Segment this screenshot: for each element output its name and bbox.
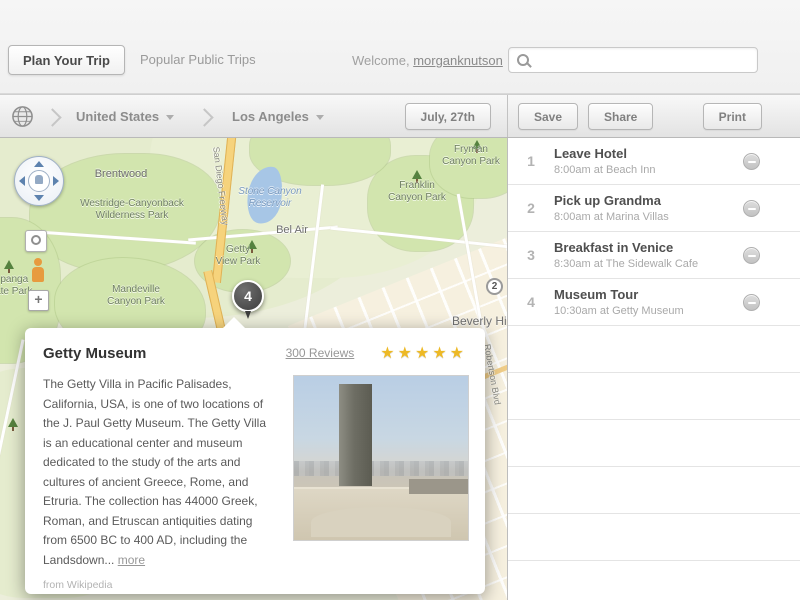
pan-right-icon[interactable] (53, 176, 59, 186)
globe-icon (11, 105, 34, 128)
chevron-down-icon (166, 115, 174, 120)
photo-terrace (294, 487, 468, 540)
star-icon: ★ (432, 345, 449, 362)
map-label-brentwood: Brentwood (86, 168, 156, 180)
compass-control[interactable] (25, 230, 47, 252)
rating-stars: ★★★★★ (380, 343, 467, 363)
map-label-beverly-hills: Beverly Hi (452, 315, 508, 327)
itinerary-empty-row[interactable] (508, 561, 800, 600)
toolbar-left: United States Los Angeles July, 27th (0, 95, 508, 137)
zoom-in-button[interactable]: + (28, 290, 49, 311)
itinerary-row[interactable]: 3 Breakfast in Venice 8:30am at The Side… (508, 232, 800, 279)
street-view-pegman[interactable] (31, 258, 45, 284)
star-icon: ★ (398, 345, 415, 362)
date-button[interactable]: July, 27th (405, 103, 491, 130)
save-button[interactable]: Save (518, 103, 578, 130)
row-title: Pick up Grandma (554, 193, 669, 208)
map-label-bel-air: Bel Air (262, 224, 322, 236)
route-2-badge: 2 (486, 278, 503, 295)
welcome-prefix: Welcome, (352, 53, 410, 68)
search-input[interactable] (535, 49, 754, 73)
getty-photo (293, 375, 469, 541)
itinerary-empty-row[interactable] (508, 467, 800, 514)
row-title: Museum Tour (554, 287, 684, 302)
chevron-down-icon (316, 115, 324, 120)
itinerary-row[interactable]: 4 Museum Tour 10:30am at Getty Museum (508, 279, 800, 326)
itinerary-empty-row[interactable] (508, 326, 800, 373)
itinerary-empty-row[interactable] (508, 373, 800, 420)
share-button[interactable]: Share (588, 103, 653, 130)
tree-icon (8, 418, 18, 431)
search-box (508, 47, 758, 73)
popup-title: Getty Museum (43, 345, 146, 362)
content: Brentwood Westridge-Canyonback Wildernes… (0, 138, 800, 600)
star-icon: ★ (415, 345, 432, 362)
row-subtitle: 8:30am at The Sidewalk Cafe (554, 258, 698, 270)
itinerary-empty-row[interactable] (508, 420, 800, 467)
chevron-right-icon (195, 108, 213, 126)
itinerary-row[interactable]: 2 Pick up Grandma 8:00am at Marina Villa… (508, 185, 800, 232)
pan-down-icon[interactable] (34, 195, 44, 201)
country-label: United States (76, 109, 159, 124)
row-subtitle: 10:30am at Getty Museum (554, 305, 684, 317)
search-icon (517, 54, 529, 66)
welcome-text: Welcome, morganknutson (352, 53, 503, 68)
tab-plan-your-trip[interactable]: Plan Your Trip (8, 45, 125, 75)
top-bar: Plan Your Trip Popular Public Trips Welc… (0, 0, 800, 94)
description-text: The Getty Villa in Pacific Palisades, Ca… (43, 377, 266, 567)
pan-control[interactable] (14, 156, 64, 206)
map-label-fryman: Fryman Canyon Park (432, 144, 508, 168)
map-label-westridge: Westridge-Canyonback Wilderness Park (52, 198, 212, 222)
print-button[interactable]: Print (703, 103, 762, 130)
tree-icon (4, 260, 14, 273)
row-subtitle: 8:00am at Marina Villas (554, 211, 669, 223)
row-subtitle: 8:00am at Beach Inn (554, 164, 656, 176)
star-icon: ★ (450, 345, 467, 362)
pan-left-icon[interactable] (19, 176, 25, 186)
remove-item-button[interactable] (743, 153, 760, 170)
remove-item-button[interactable] (743, 247, 760, 264)
row-title: Leave Hotel (554, 146, 656, 161)
star-icon: ★ (380, 345, 397, 362)
row-number: 3 (508, 247, 554, 263)
map-marker-4[interactable]: 4 (232, 280, 264, 312)
tab-popular-public-trips[interactable]: Popular Public Trips (140, 52, 256, 67)
source-attribution: from Wikipedia (43, 576, 277, 596)
breadcrumb-country[interactable]: United States (76, 109, 174, 124)
pan-hand-icon[interactable] (28, 170, 50, 192)
itinerary-empty-row[interactable] (508, 514, 800, 561)
itinerary-row[interactable]: 1 Leave Hotel 8:00am at Beach Inn (508, 138, 800, 185)
itinerary-panel: 1 Leave Hotel 8:00am at Beach Inn 2 Pick… (508, 138, 800, 600)
city-label: Los Angeles (232, 109, 309, 124)
row-number: 4 (508, 294, 554, 310)
more-link[interactable]: more (118, 553, 145, 567)
toolbar-right: Save Share Print (508, 95, 800, 137)
row-number: 2 (508, 200, 554, 216)
breadcrumb-city[interactable]: Los Angeles (232, 109, 324, 124)
map-label-franklin: Franklin Canyon Park (376, 180, 458, 204)
map-label-getty-view: Getty View Park (203, 244, 273, 268)
toolbar: United States Los Angeles July, 27th Sav… (0, 94, 800, 138)
popup-description: The Getty Villa in Pacific Palisades, Ca… (43, 375, 277, 596)
map[interactable]: Brentwood Westridge-Canyonback Wildernes… (0, 138, 508, 600)
chevron-right-icon (43, 108, 61, 126)
photo-wall (409, 479, 468, 494)
map-label-reservoir: Stone Canyon Reservoir (228, 186, 312, 210)
reviews-link[interactable]: 300 Reviews (286, 346, 355, 360)
place-popup: Getty Museum 300 Reviews ★★★★★ The Getty… (25, 328, 485, 594)
remove-item-button[interactable] (743, 294, 760, 311)
map-label-mandeville: Mandeville Canyon Park (92, 284, 180, 308)
photo-column (339, 384, 372, 486)
photo-city-skyline (294, 461, 468, 476)
remove-item-button[interactable] (743, 200, 760, 217)
row-number: 1 (508, 153, 554, 169)
row-title: Breakfast in Venice (554, 240, 698, 255)
username-link[interactable]: morganknutson (413, 53, 503, 68)
pan-up-icon[interactable] (34, 161, 44, 167)
